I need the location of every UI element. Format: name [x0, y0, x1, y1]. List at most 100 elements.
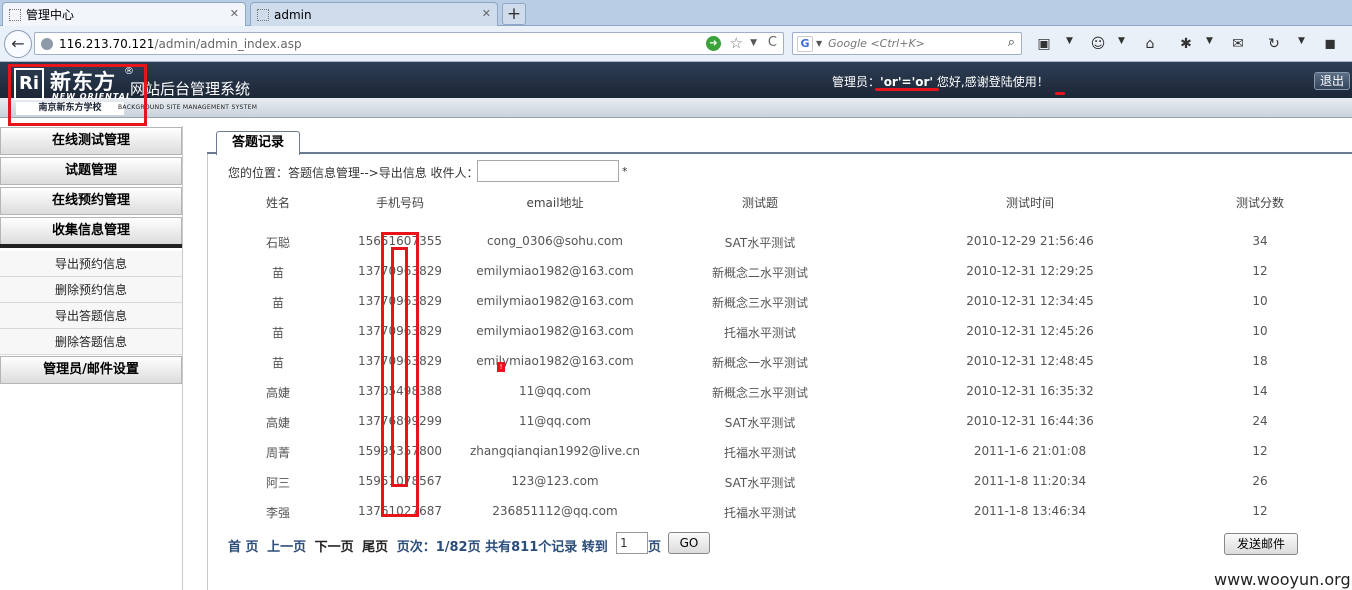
cell-name: 阿三: [265, 476, 290, 490]
system-title: 网站后台管理系统: [130, 80, 251, 98]
sidebar-item-export-reservations[interactable]: 导出预约信息: [0, 251, 182, 277]
search-icon[interactable]: ⌕: [1008, 35, 1015, 50]
cell-test: 托福水平测试: [723, 446, 796, 460]
url-path: /admin/admin_index.asp: [154, 36, 302, 51]
chevron-down-icon[interactable]: ▼: [1118, 36, 1125, 46]
column-header-score: 测试分数: [1235, 196, 1284, 210]
cell-score: 14: [1252, 384, 1268, 398]
cell-name: 周菁: [265, 446, 290, 460]
cell-score: 26: [1252, 474, 1268, 488]
page-icon: [257, 8, 269, 21]
cell-time: 2011-1-8 13:46:34: [973, 504, 1087, 518]
browser-tab-bar: 管理中心 ✕ admin ✕ +: [0, 0, 1352, 26]
cell-time: 2010-12-29 21:56:46: [966, 234, 1094, 248]
cell-email: emilymiao1982@163.com: [476, 264, 634, 278]
cell-score: 12: [1252, 444, 1268, 458]
chevron-down-icon[interactable]: ▼: [816, 39, 822, 48]
go-arrow-icon[interactable]: ➜: [706, 36, 721, 51]
cell-email: 123@123.com: [511, 474, 599, 488]
sidebar-item-admin-mail[interactable]: 管理员/邮件设置: [0, 356, 182, 384]
windows-icon[interactable]: ◼: [1320, 34, 1340, 54]
next-page-link[interactable]: 下一页: [315, 540, 354, 555]
screenshot-icon[interactable]: ▣: [1034, 34, 1054, 54]
cell-score: 34: [1252, 234, 1268, 248]
browser-tab-admin[interactable]: admin ✕: [250, 2, 498, 26]
logout-button[interactable]: 退出: [1314, 72, 1350, 90]
cell-email: emilymiao1982@163.com: [476, 294, 634, 308]
sidebar-item-reservations[interactable]: 在线预约管理: [0, 187, 182, 215]
cell-score: 12: [1252, 264, 1268, 278]
sidebar-item-export-answers[interactable]: 导出答题信息: [0, 303, 182, 329]
globe-icon: [41, 37, 53, 50]
refresh-icon[interactable]: C: [768, 35, 777, 50]
browser-tab-label: 管理中心: [26, 8, 75, 22]
browser-tab-label: admin: [274, 7, 312, 22]
cell-time: 2011-1-6 21:01:08: [973, 444, 1087, 458]
search-placeholder: Google <Ctrl+K>: [828, 37, 925, 50]
home-icon[interactable]: ⌂: [1140, 34, 1160, 54]
cell-score: 18: [1252, 354, 1268, 368]
tab-answer-records[interactable]: 答题记录: [216, 131, 300, 155]
page-number-input[interactable]: 1: [616, 532, 648, 554]
cell-name: 高婕: [265, 386, 290, 400]
back-arrow-icon[interactable]: ←: [4, 30, 32, 58]
cell-name: 苗: [271, 356, 284, 370]
sidebar-item-online-test[interactable]: 在线测试管理: [0, 127, 182, 155]
sidebar-item-questions[interactable]: 试题管理: [0, 157, 182, 185]
cell-time: 2010-12-31 16:44:36: [966, 414, 1094, 428]
cell-name: 石聪: [265, 236, 290, 250]
close-icon[interactable]: ✕: [230, 7, 239, 20]
cell-score: 12: [1252, 504, 1268, 518]
bug-icon[interactable]: ✱: [1176, 34, 1196, 54]
cell-test: SAT水平测试: [724, 476, 796, 490]
page-status: 页次：1/82页 共有811个记录 转到: [396, 540, 608, 555]
browser-tab-active[interactable]: 管理中心 ✕: [2, 2, 246, 26]
chevron-down-icon[interactable]: ▼: [1298, 36, 1305, 46]
go-button[interactable]: GO: [668, 532, 710, 554]
breadcrumb: 您的位置：答题信息管理-->导出信息 收件人：: [228, 166, 479, 180]
cell-name: 高婕: [265, 416, 290, 430]
last-page-link[interactable]: 尾页: [362, 540, 388, 555]
column-header-name: 姓名: [265, 196, 290, 210]
cell-name: 苗: [271, 326, 284, 340]
bookmark-star-icon[interactable]: ☆: [730, 34, 743, 52]
new-tab-button[interactable]: +: [502, 3, 526, 25]
chevron-down-icon[interactable]: ▼: [1066, 36, 1073, 46]
greeting-suffix: 您好,感谢登陆使用！: [933, 75, 1049, 89]
cell-test: SAT水平测试: [724, 416, 796, 430]
prev-page-link[interactable]: 上一页: [267, 540, 306, 555]
pagination: 首 页 上一页 下一页 尾页 页次：1/82页 共有811个记录 转到: [228, 536, 608, 555]
cell-test: 托福水平测试: [723, 326, 796, 340]
addon-face-icon[interactable]: ☺: [1088, 34, 1108, 54]
cell-email: 11@qq.com: [519, 384, 591, 398]
cell-email: zhangqianqian1992@live.cn: [469, 444, 640, 458]
cell-time: 2010-12-31 12:48:45: [966, 354, 1094, 368]
chevron-down-icon[interactable]: ▼: [750, 38, 757, 48]
sidebar-item-delete-answers[interactable]: 删除答题信息: [0, 329, 182, 355]
cell-email: cong_0306@sohu.com: [487, 234, 623, 248]
admin-name: 'or'='or': [880, 75, 934, 89]
recipient-input[interactable]: [477, 160, 619, 182]
search-bar[interactable]: G ▼ Google <Ctrl+K> ⌕: [792, 32, 1022, 55]
sidebar-item-collected-info[interactable]: 收集信息管理: [0, 217, 182, 245]
sidebar-item-delete-reservations[interactable]: 删除预约信息: [0, 277, 182, 303]
required-mark: *: [622, 165, 628, 178]
send-mail-button[interactable]: 发送邮件: [1224, 533, 1298, 555]
mail-icon[interactable]: ✉: [1228, 34, 1248, 54]
history-icon[interactable]: ↻: [1264, 34, 1284, 54]
cell-test: SAT水平测试: [724, 236, 796, 250]
cell-email: emilymiao1982@163.com: [476, 324, 634, 338]
cell-name: 李强: [265, 506, 290, 520]
page-icon: [9, 8, 21, 21]
cell-name: 苗: [271, 296, 284, 310]
cell-score: 10: [1252, 324, 1268, 338]
annotation-phone-box-inner: [391, 247, 408, 487]
chevron-down-icon[interactable]: ▼: [1206, 36, 1213, 46]
google-icon[interactable]: G: [797, 35, 813, 52]
cell-score: 24: [1252, 414, 1268, 428]
address-bar[interactable]: 116.213.70.121 /admin/admin_index.asp ➜ …: [34, 32, 784, 55]
cell-score: 10: [1252, 294, 1268, 308]
first-page-link[interactable]: 首 页: [228, 540, 259, 555]
close-icon[interactable]: ✕: [482, 7, 491, 20]
cell-test: 新概念三水平测试: [711, 386, 808, 400]
